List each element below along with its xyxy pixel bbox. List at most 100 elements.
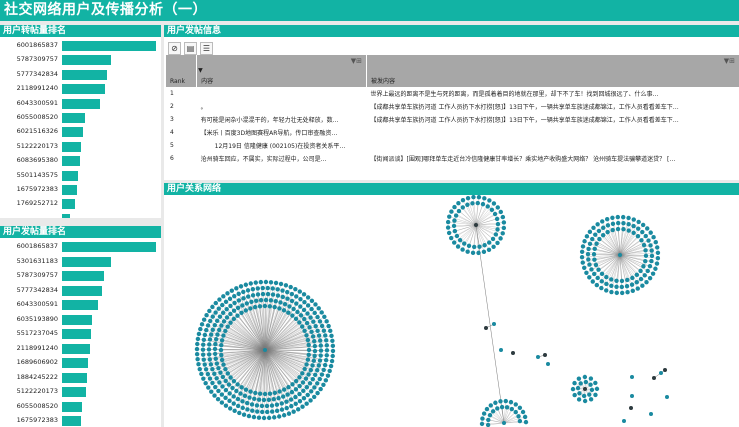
bar[interactable] <box>62 69 108 80</box>
graph-node[interactable] <box>306 342 311 348</box>
graph-node[interactable] <box>255 286 261 291</box>
graph-node[interactable] <box>243 282 249 287</box>
graph-node[interactable] <box>317 376 322 382</box>
graph-node[interactable] <box>630 288 636 293</box>
graph-node[interactable] <box>231 394 236 399</box>
graph-node[interactable] <box>636 219 641 225</box>
graph-node[interactable] <box>291 306 296 312</box>
graph-node[interactable] <box>620 290 625 296</box>
graph-node[interactable] <box>638 268 643 274</box>
graph-node[interactable] <box>199 322 205 327</box>
graph-node[interactable] <box>236 291 241 297</box>
graph-node[interactable] <box>285 296 290 301</box>
graph-node[interactable] <box>591 225 596 230</box>
graph-node[interactable] <box>604 281 609 287</box>
graph-node[interactable] <box>202 362 207 367</box>
graph-node[interactable] <box>480 201 486 207</box>
graph-node[interactable] <box>306 352 311 358</box>
graph-node[interactable] <box>592 271 597 277</box>
graph-node[interactable] <box>253 390 258 396</box>
graph-node[interactable] <box>241 412 247 417</box>
graph-node[interactable] <box>275 287 280 292</box>
graph-node[interactable] <box>304 362 309 367</box>
graph-node[interactable] <box>578 381 583 386</box>
bar-row[interactable]: 6035193890 <box>0 314 161 325</box>
graph-node[interactable] <box>328 363 334 369</box>
graph-node[interactable] <box>229 288 235 293</box>
graph-node[interactable] <box>270 286 275 291</box>
graph-node[interactable] <box>288 397 294 402</box>
graph-node[interactable] <box>198 326 203 332</box>
graph-node[interactable] <box>596 228 602 234</box>
graph-node[interactable] <box>317 358 323 363</box>
content-header[interactable]: ▼⊞ ▼ 内容 <box>196 55 368 87</box>
graph-node[interactable] <box>624 284 630 289</box>
graph-node[interactable] <box>243 308 249 313</box>
graph-node[interactable] <box>304 401 309 406</box>
graph-node[interactable] <box>224 315 230 320</box>
graph-node[interactable] <box>210 304 215 310</box>
graph-node[interactable] <box>517 418 523 424</box>
graph-node[interactable] <box>501 225 507 231</box>
graph-node[interactable] <box>210 327 215 333</box>
graph-node[interactable] <box>652 376 656 380</box>
graph-node[interactable] <box>201 376 206 381</box>
graph-node[interactable] <box>232 300 237 306</box>
graph-node[interactable] <box>309 306 314 312</box>
graph-node[interactable] <box>319 310 324 315</box>
bar[interactable] <box>62 387 86 397</box>
graph-node[interactable] <box>199 371 204 377</box>
graph-node[interactable] <box>298 296 303 302</box>
graph-node[interactable] <box>321 328 327 333</box>
graph-node[interactable] <box>302 299 307 305</box>
graph-node[interactable] <box>257 304 263 309</box>
graph-node[interactable] <box>207 337 213 342</box>
bar[interactable] <box>62 372 88 383</box>
bar[interactable] <box>62 271 105 281</box>
graph-node[interactable] <box>490 409 496 414</box>
graph-node[interactable] <box>290 313 295 318</box>
graph-node[interactable] <box>271 397 276 402</box>
bar[interactable] <box>62 329 92 339</box>
bar-row[interactable]: 6083695380 <box>0 155 161 167</box>
graph-node[interactable] <box>487 198 492 203</box>
graph-node[interactable] <box>500 231 505 236</box>
graph-node[interactable] <box>289 291 295 297</box>
graph-node[interactable] <box>312 394 317 400</box>
graph-node[interactable] <box>277 389 282 394</box>
graph-node[interactable] <box>310 334 316 339</box>
graph-node[interactable] <box>195 336 201 342</box>
graph-node[interactable] <box>634 272 640 278</box>
graph-node[interactable] <box>219 323 224 328</box>
graph-node[interactable] <box>591 252 597 257</box>
graph-node[interactable] <box>614 290 619 296</box>
graph-node[interactable] <box>281 387 287 392</box>
graph-node[interactable] <box>614 278 619 283</box>
graph-node[interactable] <box>589 267 594 272</box>
graph-node[interactable] <box>235 382 240 387</box>
graph-node[interactable] <box>201 357 206 362</box>
graph-node[interactable] <box>659 371 663 375</box>
graph-node[interactable] <box>293 401 298 407</box>
graph-node[interactable] <box>500 214 506 220</box>
graph-node[interactable] <box>572 392 577 398</box>
graph-node[interactable] <box>263 279 269 285</box>
graph-node[interactable] <box>621 220 626 226</box>
graph-node[interactable] <box>212 346 218 352</box>
graph-node[interactable] <box>593 380 598 386</box>
bar[interactable] <box>62 256 111 267</box>
bar-row[interactable]: 5777342834 <box>0 285 161 296</box>
graph-node[interactable] <box>480 416 485 421</box>
graph-node[interactable] <box>499 348 503 352</box>
graph-node[interactable] <box>543 353 547 357</box>
graph-node[interactable] <box>195 357 200 362</box>
graph-node[interactable] <box>223 395 228 401</box>
graph-node[interactable] <box>593 232 598 237</box>
graph-node[interactable] <box>279 401 285 406</box>
graph-node[interactable] <box>278 300 283 305</box>
graph-node[interactable] <box>225 371 230 376</box>
graph-node[interactable] <box>277 414 282 419</box>
graph-node[interactable] <box>316 363 322 368</box>
graph-node[interactable] <box>501 220 507 225</box>
graph-node[interactable] <box>248 281 253 286</box>
